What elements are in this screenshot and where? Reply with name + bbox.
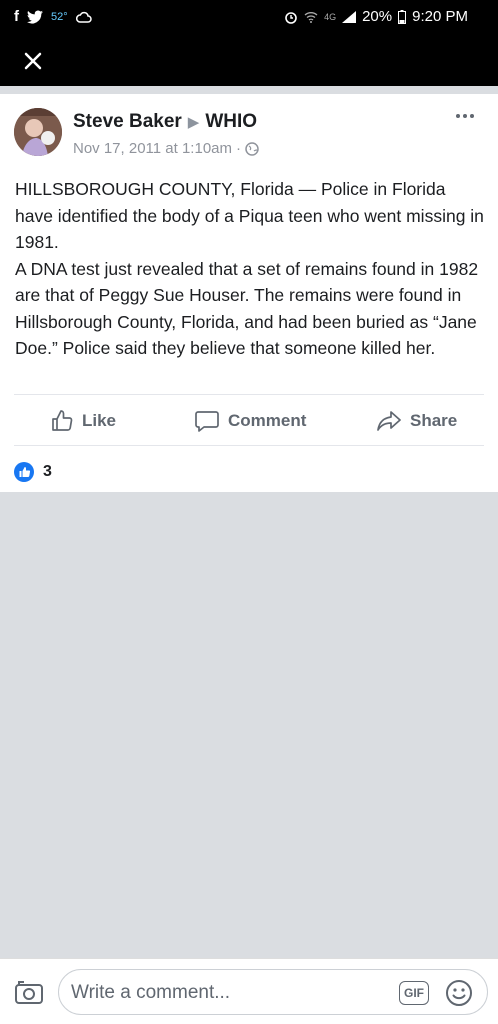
like-button[interactable]: Like xyxy=(50,395,116,447)
comment-icon xyxy=(195,411,219,432)
comment-label: Comment xyxy=(228,411,307,430)
comment-button[interactable]: Comment xyxy=(194,395,306,447)
page-name[interactable]: WHIO xyxy=(205,111,257,133)
comment-box: GIF xyxy=(58,969,488,1015)
camera-icon xyxy=(15,981,43,1004)
more-icon xyxy=(456,114,474,118)
post-meta: Nov 17, 2011 at 1:10am · xyxy=(73,140,259,157)
close-button[interactable] xyxy=(18,46,48,76)
post-paragraph: HILLSBOROUGH COUNTY, Florida — Police in… xyxy=(15,179,484,252)
comment-input[interactable] xyxy=(71,978,381,1008)
author-avatar[interactable] xyxy=(14,108,62,156)
status-bar: f 52° 4G 20% 9:20 PM xyxy=(0,0,498,34)
like-count: 3 xyxy=(43,463,52,480)
share-icon xyxy=(377,411,401,431)
avatar-photo xyxy=(14,108,62,156)
share-label: Share xyxy=(410,411,458,430)
network-type-text: 4G xyxy=(324,11,337,22)
alarm-icon xyxy=(285,11,297,24)
post-body: HILLSBOROUGH COUNTY, Florida — Police in… xyxy=(15,176,485,362)
action-bar: Like Comment Share xyxy=(14,394,484,446)
status-bar-left: f 52° xyxy=(14,8,92,25)
status-bar-right: 4G 20% 9:20 PM xyxy=(284,8,468,25)
gif-button[interactable]: GIF xyxy=(399,981,429,1005)
signal-icon xyxy=(342,10,357,23)
wifi-icon xyxy=(304,11,318,23)
globe-icon xyxy=(245,141,259,156)
battery-icon xyxy=(398,9,407,24)
share-button[interactable]: Share xyxy=(376,395,457,447)
meta-separator: · xyxy=(236,140,241,157)
camera-button[interactable] xyxy=(14,979,44,1010)
clock-text: 9:20 PM xyxy=(412,8,468,25)
smiley-icon xyxy=(446,980,472,1006)
more-options-button[interactable] xyxy=(450,108,480,128)
emoji-button[interactable] xyxy=(445,979,473,1012)
post-timestamp[interactable]: Nov 17, 2011 at 1:10am xyxy=(73,140,232,157)
like-reaction-icon xyxy=(14,462,34,482)
comment-composer: GIF xyxy=(0,958,498,1024)
close-icon xyxy=(24,52,42,70)
twitter-notification-icon xyxy=(27,10,43,23)
like-label: Like xyxy=(82,411,117,430)
cloud-icon xyxy=(75,11,92,23)
post-card: Steve Baker ▶ WHIO Nov 17, 2011 at 1:10a… xyxy=(0,94,498,492)
thumbs-up-icon xyxy=(52,410,73,431)
reactions-summary[interactable]: 3 xyxy=(14,462,52,482)
top-bar xyxy=(0,34,498,86)
battery-percent-text: 20% xyxy=(362,8,393,25)
facebook-notification-icon: f xyxy=(14,8,19,25)
temperature-text: 52° xyxy=(51,10,68,23)
author-line: Steve Baker ▶ WHIO xyxy=(73,111,257,133)
post-paragraph: A DNA test just revealed that a set of r… xyxy=(15,258,479,359)
author-name[interactable]: Steve Baker xyxy=(73,111,182,133)
arrow-right-icon: ▶ xyxy=(187,114,200,131)
